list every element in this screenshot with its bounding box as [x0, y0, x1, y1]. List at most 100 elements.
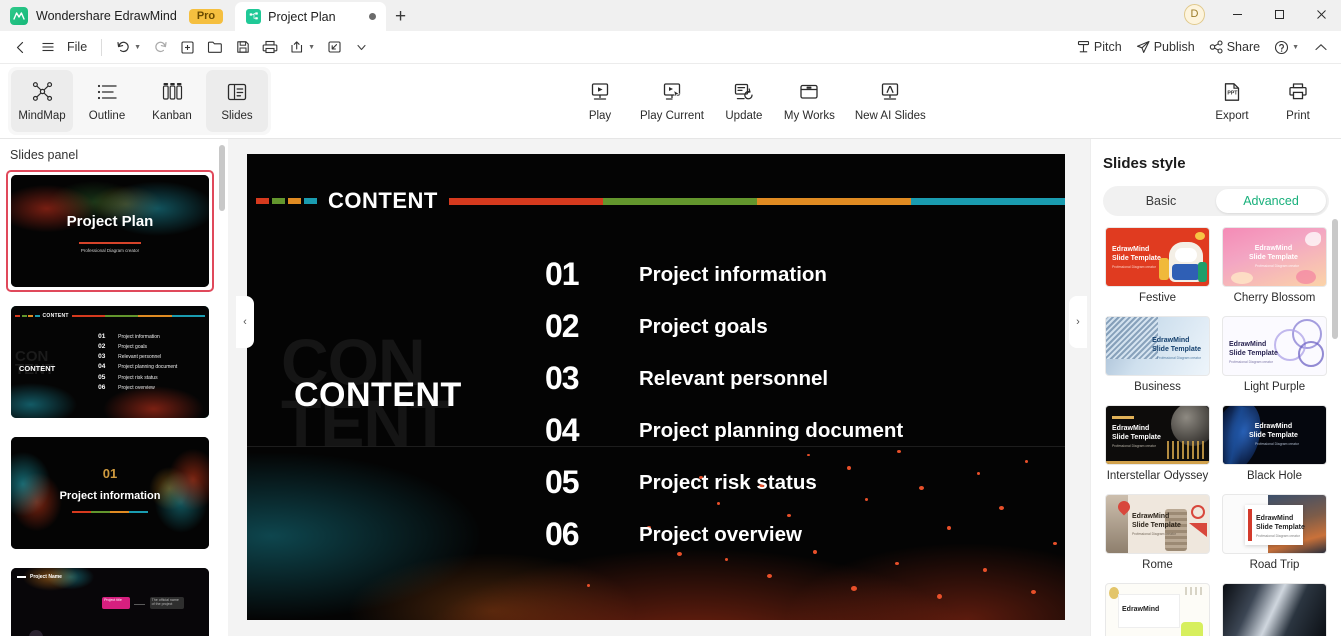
brand-area: Wondershare EdrawMind Pro — [0, 7, 235, 31]
template-thumb: EdrawMind Slide Template Professional Dia… — [1105, 405, 1210, 465]
hamburger-menu-icon[interactable] — [35, 35, 60, 60]
slide-actions-group: Play Play Current Update My Works New AI… — [572, 70, 934, 132]
help-dropdown-caret-icon[interactable]: ▼ — [1292, 44, 1299, 51]
agenda-item-5[interactable]: 05 Project risk status — [545, 462, 903, 503]
new-file-icon[interactable] — [175, 35, 200, 60]
template-name: Black Hole — [1247, 470, 1302, 482]
play-current-button[interactable]: Play Current — [632, 70, 712, 132]
save-icon[interactable] — [230, 35, 255, 60]
import-icon[interactable] — [322, 35, 347, 60]
export-dropdown-caret-icon[interactable]: ▼ — [308, 44, 315, 51]
view-mode-slides[interactable]: Slides — [206, 70, 268, 132]
agenda-number: 05 — [545, 464, 580, 500]
item-number: 02 — [98, 343, 106, 351]
slide-thumbnail-4[interactable]: Project Name Project title The official … — [6, 563, 214, 636]
view-mode-mindmap[interactable]: MindMap — [11, 70, 73, 132]
template-sub: Professional Diagram creator — [1256, 534, 1300, 538]
style-panel-scrollbar-thumb[interactable] — [1332, 219, 1338, 339]
slides-panel-scrollbar-thumb[interactable] — [219, 145, 225, 211]
list-item: 06 Project overview — [98, 384, 177, 391]
new-tab-button[interactable]: + — [386, 2, 416, 31]
slide-2-header: CONTENT — [15, 313, 206, 319]
view-mode-kanban[interactable]: Kanban — [141, 70, 203, 132]
template-thumb: EdrawMind — [1105, 583, 1210, 636]
template-card-festive[interactable]: EdrawMind Slide Template Professional Dia… — [1103, 227, 1212, 313]
new-ai-slides-button[interactable]: New AI Slides — [847, 70, 934, 132]
template-card-interstellar-odyssey[interactable]: EdrawMind Slide Template Professional Dia… — [1103, 405, 1212, 491]
export-share-icon[interactable]: ▼ — [285, 35, 320, 60]
more-options-caret-icon[interactable] — [349, 35, 374, 60]
file-menu[interactable]: File — [62, 35, 92, 60]
template-sub: Professional Diagram creator — [1255, 264, 1299, 268]
slide-4-card-1-label: Project title — [104, 598, 122, 603]
maximize-button[interactable] — [1259, 1, 1299, 27]
slides-thumbnail-list[interactable]: Project Plan Professional Diagram creato… — [0, 170, 228, 636]
slide-thumbnail-2[interactable]: CONTENT CON TENT CONTENT 01 Project inform… — [6, 301, 214, 423]
publish-button[interactable]: Publish — [1131, 35, 1200, 60]
template-card-black-hole[interactable]: EdrawMind Slide Template Professional Dia… — [1220, 405, 1329, 491]
template-card-rome[interactable]: EdrawMind Slide Template Professional Dia… — [1103, 494, 1212, 580]
agenda-item-6[interactable]: 06 Project overview — [545, 514, 903, 555]
template-logo: EdrawMind Slide Template — [1249, 245, 1298, 261]
print-button[interactable]: Print — [1267, 70, 1329, 132]
item-number: 05 — [98, 373, 106, 381]
slide-2-header-label: CONTENT — [42, 313, 69, 319]
agenda-item-2[interactable]: 02 Project goals — [545, 306, 903, 347]
view-mode-outline[interactable]: Outline — [76, 70, 138, 132]
export-button[interactable]: PPT Export — [1201, 70, 1263, 132]
slides-panel: Slides panel Project Plan Professional D… — [0, 139, 228, 636]
template-grid[interactable]: EdrawMind Slide Template Professional Dia… — [1091, 216, 1341, 636]
template-card-partial-2[interactable] — [1220, 583, 1329, 636]
avatar[interactable]: D — [1184, 3, 1205, 25]
item-number: 03 — [98, 353, 106, 361]
update-button[interactable]: Update — [716, 70, 772, 132]
agenda-item-4[interactable]: 04 Project planning document — [545, 410, 903, 451]
illustration-person — [19, 624, 65, 636]
redo-icon[interactable] — [148, 35, 173, 60]
share-button[interactable]: Share — [1204, 35, 1265, 60]
template-card-light-purple[interactable]: EdrawMind Slide Template Professional Dia… — [1220, 316, 1329, 402]
back-icon[interactable] — [8, 35, 33, 60]
template-card-partial-1[interactable]: EdrawMind — [1103, 583, 1212, 636]
template-logo: EdrawMind Slide Template — [1112, 425, 1161, 441]
collapse-ribbon-icon[interactable] — [1308, 35, 1333, 60]
agenda-item-1[interactable]: 01 Project information — [545, 254, 903, 295]
tab-basic[interactable]: Basic — [1106, 189, 1216, 213]
help-icon[interactable]: ▼ — [1269, 35, 1304, 60]
window-controls-group: D — [1184, 1, 1341, 31]
template-card-cherry-blossom[interactable]: EdrawMind Slide Template Professional Dia… — [1220, 227, 1329, 313]
template-logo: EdrawMind Slide Template — [1152, 337, 1201, 353]
slide-editor-stage[interactable]: CONTENT CON TENT CONTENT 01 Project info… — [247, 154, 1065, 620]
expand-style-panel-button[interactable]: › — [1069, 296, 1087, 348]
undo-icon[interactable]: ▼ — [111, 35, 146, 60]
template-logo: EdrawMind Slide Template — [1229, 341, 1278, 357]
title-bar: Wondershare EdrawMind Pro Project Plan +… — [0, 0, 1341, 31]
document-tab-project-plan[interactable]: Project Plan — [235, 2, 386, 31]
slide-side-title[interactable]: CONTENT — [294, 376, 462, 415]
current-slide[interactable]: CONTENT CON TENT CONTENT 01 Project info… — [247, 154, 1065, 620]
pitch-button[interactable]: Pitch — [1071, 35, 1127, 60]
pitch-label: Pitch — [1093, 40, 1122, 54]
template-name: Festive — [1138, 292, 1177, 304]
my-works-label: My Works — [783, 109, 835, 122]
publish-label: Publish — [1153, 40, 1195, 54]
print-menu-icon[interactable] — [257, 35, 283, 60]
undo-dropdown-caret-icon[interactable]: ▼ — [134, 44, 141, 51]
collapse-slides-panel-button[interactable]: ‹ — [236, 296, 254, 348]
my-works-button[interactable]: My Works — [776, 70, 843, 132]
agenda-item-3[interactable]: 03 Relevant personnel — [545, 358, 903, 399]
slide-thumbnail-1[interactable]: Project Plan Professional Diagram creato… — [6, 170, 214, 292]
slide-4-header-label: Project Name — [30, 574, 62, 580]
template-card-business[interactable]: EdrawMind Slide Template Professional Dia… — [1103, 316, 1212, 402]
play-button[interactable]: Play — [572, 70, 628, 132]
close-button[interactable] — [1301, 1, 1341, 27]
minimize-button[interactable] — [1217, 1, 1257, 27]
slide-thumbnail-3[interactable]: 01 Project information — [6, 432, 214, 554]
open-folder-icon[interactable] — [202, 35, 228, 60]
template-card-road-trip[interactable]: EdrawMind Slide Template Professional Dia… — [1220, 494, 1329, 580]
tab-advanced[interactable]: Advanced — [1216, 189, 1326, 213]
template-thumb: EdrawMind Slide Template Professional Dia… — [1105, 316, 1210, 376]
slide-header[interactable]: CONTENT — [256, 188, 1065, 214]
slide-canvas[interactable]: CONTENT CON TENT CONTENT 01 Project info… — [228, 139, 1090, 636]
slides-panel-scrollbar-track[interactable] — [216, 139, 228, 636]
